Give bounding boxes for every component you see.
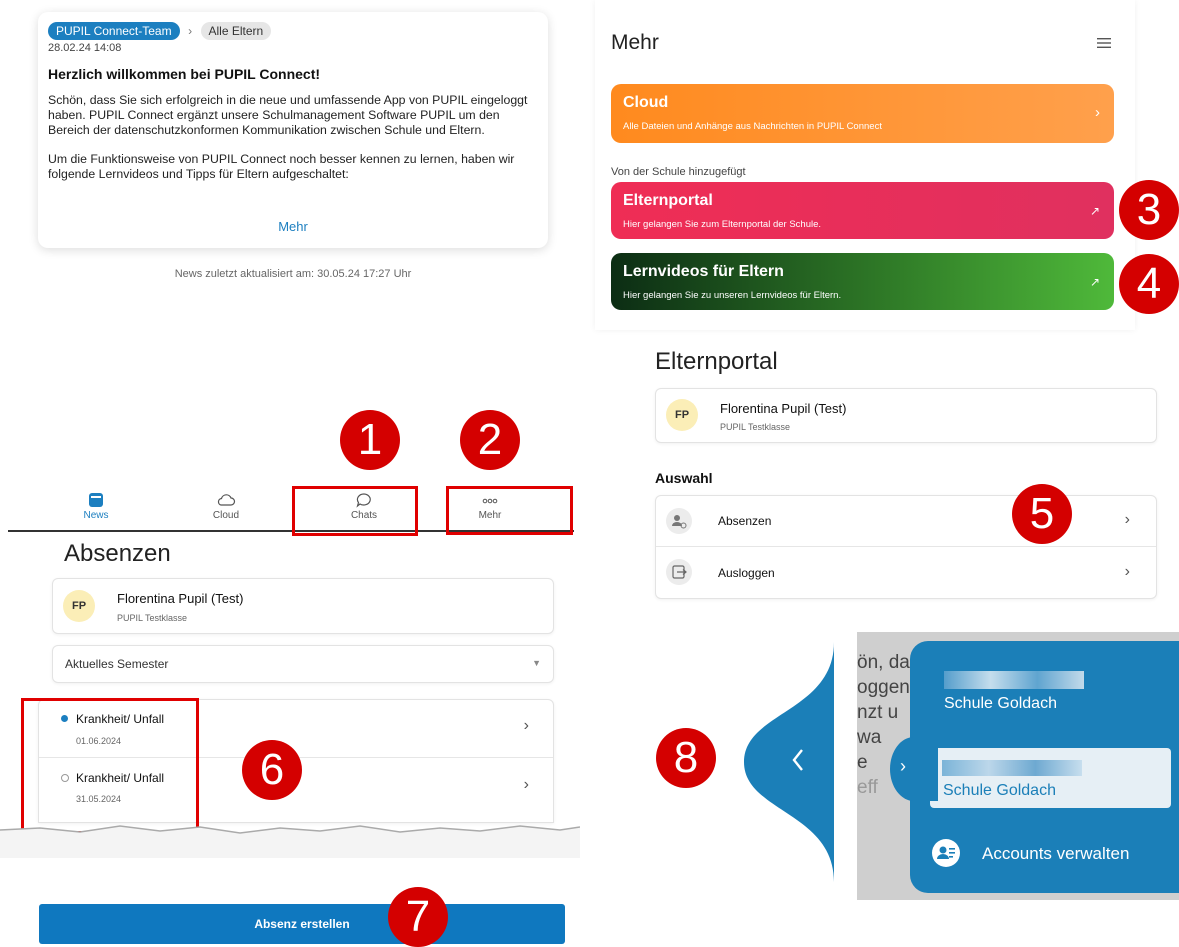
avatar: FP — [666, 399, 698, 431]
chevron-right-icon: › — [523, 776, 529, 793]
option-label: Absenzen — [718, 514, 772, 528]
elternportal-title: Elternportal — [655, 348, 778, 375]
nav-label-cloud: Cloud — [212, 510, 240, 521]
selection-list: Absenzen › Ausloggen › — [655, 495, 1157, 599]
nav-label-news: News — [83, 510, 109, 521]
account-school-2: Schule Goldach — [943, 782, 1056, 799]
option-ausloggen[interactable]: Ausloggen › — [656, 547, 1156, 597]
dropdown-arrow-icon: ▼ — [532, 658, 541, 668]
panel-notch: › — [890, 737, 938, 801]
badge-5: 5 — [1012, 484, 1072, 544]
account-school-1[interactable]: Schule Goldach — [944, 695, 1057, 713]
external-link-icon: ↗ — [1089, 204, 1100, 218]
semester-select-value: Aktuelles Semester — [65, 657, 169, 671]
account-switcher-panel: Schule Goldach Schule Goldach › Accounts… — [890, 641, 1179, 893]
highlight-box-chats — [292, 486, 418, 536]
news-paragraph-2: Um die Funktionsweise von PUPIL Connect … — [48, 152, 515, 181]
news-more-link[interactable]: Mehr — [38, 219, 548, 234]
absenz-erstellen-button[interactable]: Absenz erstellen — [39, 904, 565, 944]
news-date: 28.02.24 14:08 — [48, 42, 122, 54]
cloud-tile-title: Cloud — [623, 94, 669, 111]
nav-item-cloud[interactable]: Cloud — [166, 488, 286, 521]
hamburger-menu-icon[interactable] — [1097, 36, 1111, 54]
badge-3: 3 — [1119, 180, 1179, 240]
cloud-icon — [217, 494, 236, 506]
avatar: FP — [63, 590, 95, 622]
elternportal-tile[interactable]: Elternportal Hier gelangen Sie zum Elter… — [611, 182, 1114, 239]
absenz-erstellen-label: Absenz erstellen — [254, 917, 350, 931]
logout-icon — [666, 559, 692, 585]
drawer-pull-tab[interactable] — [744, 642, 834, 882]
news-title: Herzlich willkommen bei PUPIL Connect! — [48, 66, 321, 82]
lernvideos-tile-title: Lernvideos für Eltern — [623, 263, 784, 280]
cloud-tile-subtitle: Alle Dateien und Anhänge aus Nachrichten… — [623, 121, 882, 132]
news-paragraph-1: Schön, dass Sie sich erfolgreich in die … — [48, 93, 528, 137]
sender-chip[interactable]: PUPIL Connect-Team — [48, 22, 180, 40]
badge-2: 2 — [460, 410, 520, 470]
semester-select[interactable]: Aktuelles Semester ▼ — [52, 645, 554, 683]
recipient-chip: Alle Eltern — [200, 22, 272, 40]
highlight-box-absences — [21, 698, 199, 834]
student-name: Florentina Pupil (Test) — [720, 401, 847, 416]
blurred-account-name — [944, 671, 1084, 689]
chevron-right-icon: › — [523, 717, 529, 734]
lernvideos-tile-subtitle: Hier gelangen Sie zu unseren Lernvideos … — [623, 290, 842, 301]
chevron-right-icon: › — [1095, 104, 1100, 121]
student-class: PUPIL Testklasse — [117, 613, 188, 623]
cloud-tile[interactable]: Cloud Alle Dateien und Anhänge aus Nachr… — [611, 84, 1114, 143]
elternportal-tile-title: Elternportal — [623, 192, 713, 209]
manage-accounts-icon — [932, 839, 960, 867]
news-card[interactable]: PUPIL Connect-Team › Alle Eltern 28.02.2… — [38, 12, 548, 248]
external-link-icon: ↗ — [1089, 275, 1100, 289]
news-header: PUPIL Connect-Team › Alle Eltern — [48, 22, 272, 40]
elternportal-tile-subtitle: Hier gelangen Sie zum Elternportal der S… — [623, 219, 822, 230]
badge-6: 6 — [242, 740, 302, 800]
student-class: PUPIL Testklasse — [720, 422, 791, 432]
selection-label: Auswahl — [655, 470, 713, 486]
absenzen-title: Absenzen — [64, 540, 171, 567]
student-card[interactable]: FP Florentina Pupil (Test) PUPIL Testkla… — [52, 578, 554, 634]
news-icon — [89, 493, 103, 507]
chevron-right-icon: › — [900, 756, 906, 776]
highlight-box-mehr — [446, 486, 573, 535]
mehr-title: Mehr — [611, 31, 659, 54]
chevron-right-icon: › — [1124, 563, 1130, 580]
news-updated-text: News zuletzt aktualisiert am: 30.05.24 1… — [174, 268, 412, 280]
student-name: Florentina Pupil (Test) — [117, 591, 244, 606]
person-absence-icon — [666, 508, 692, 534]
badge-1: 1 — [340, 410, 400, 470]
blurred-account-name — [942, 760, 1082, 776]
elternportal-student-card[interactable]: FP Florentina Pupil (Test) PUPIL Testkla… — [655, 388, 1157, 443]
option-absenzen[interactable]: Absenzen › — [656, 496, 1156, 547]
manage-accounts-link[interactable]: Accounts verwalten — [982, 844, 1129, 864]
badge-7: 7 — [388, 887, 448, 947]
torn-edge-divider — [0, 825, 580, 858]
badge-8: 8 — [656, 728, 716, 788]
option-label: Ausloggen — [718, 566, 775, 580]
chevron-right-icon: › — [188, 24, 193, 38]
chevron-right-icon: › — [1124, 511, 1130, 528]
lernvideos-tile[interactable]: Lernvideos für Eltern Hier gelangen Sie … — [611, 253, 1114, 310]
school-section-label: Von der Schule hinzugefügt — [611, 166, 746, 178]
nav-item-news[interactable]: News — [36, 488, 156, 521]
badge-4: 4 — [1119, 254, 1179, 314]
account-item-selected[interactable]: Schule Goldach — [930, 748, 1171, 808]
